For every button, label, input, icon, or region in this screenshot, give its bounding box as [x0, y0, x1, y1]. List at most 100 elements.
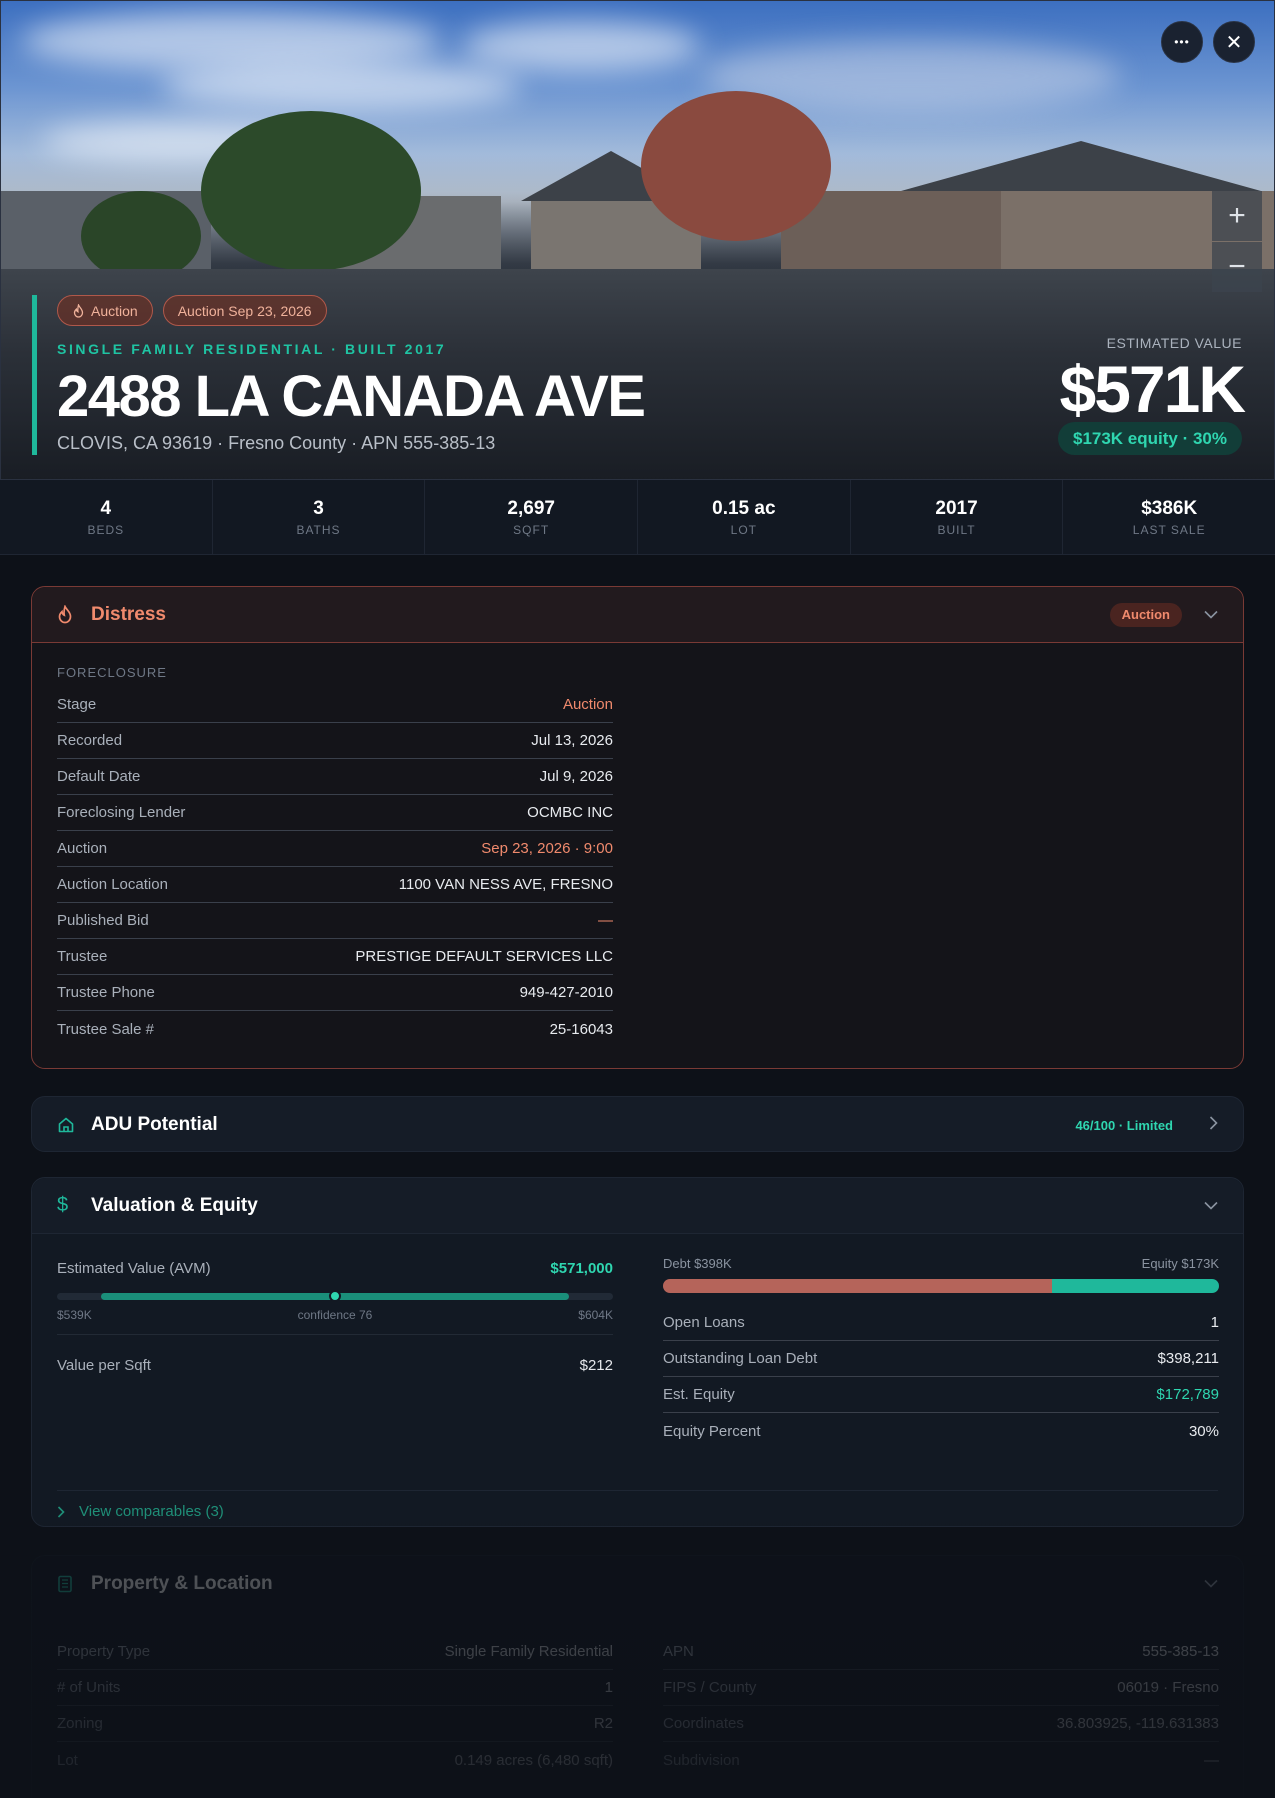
stat-label: BEDS [87, 522, 125, 537]
detail-key: Auction Location [57, 876, 168, 893]
avm-label: Estimated Value (AVM) [57, 1260, 211, 1277]
property-row: APN 555-385-13 [663, 1634, 1219, 1670]
plus-icon: + [1228, 199, 1246, 232]
stat-value: 2,697 [507, 497, 555, 519]
detail-row: Trustee Phone 949-427-2010 [57, 975, 613, 1011]
tree [641, 91, 831, 241]
property-row: Subdivision — [663, 1742, 1219, 1778]
debt-label: Debt $398K [663, 1256, 732, 1271]
vps-value: $212 [579, 1357, 613, 1374]
distress-header[interactable]: Distress Auction [32, 587, 1243, 643]
property-value: Single Family Residential [444, 1643, 613, 1660]
property-row: # of Units 1 [57, 1670, 613, 1706]
property-card: Property & Location Property Type Single … [31, 1555, 1244, 1798]
home-icon [57, 1116, 79, 1134]
adu-score: 46/100 · Limited [1075, 1117, 1173, 1133]
tree [81, 191, 201, 281]
value-per-sqft-row: Value per Sqft $212 [57, 1357, 613, 1374]
debt-equity-labels: Debt $398K Equity $173K [663, 1256, 1219, 1271]
equity-row: Est. Equity $172,789 [663, 1377, 1219, 1413]
detail-value: Auction [562, 696, 613, 713]
property-value: 36.803925, -119.631383 [1056, 1715, 1219, 1732]
flame-icon [73, 303, 84, 318]
detail-row: Trustee Sale # 25-16043 [57, 1011, 613, 1047]
adu-card[interactable]: ADU Potential 46/100 · Limited [31, 1096, 1244, 1152]
detail-value: 25-16043 [549, 1020, 613, 1038]
detail-row: Stage Auction [57, 687, 613, 723]
equity-key: Est. Equity [663, 1386, 735, 1403]
close-button[interactable]: ✕ [1213, 21, 1255, 63]
avm-range-marker [329, 1290, 341, 1302]
vps-label: Value per Sqft [57, 1357, 151, 1374]
property-key: Coordinates [663, 1715, 744, 1732]
stat-last-sale: $386K LAST SALE [1063, 480, 1275, 554]
detail-key: Auction [57, 840, 108, 857]
adu-title: ADU Potential [91, 1114, 218, 1135]
estimated-value: $571K [1059, 352, 1246, 426]
stat-value: 3 [313, 497, 324, 519]
auction-date-tag-label: Auction Sep 23, 2026 [177, 302, 312, 319]
equity-value: $398,211 [1157, 1350, 1219, 1367]
detail-key: Published Bid [57, 912, 149, 929]
equity-segment [1052, 1279, 1219, 1293]
detail-row: Default Date Jul 9, 2026 [57, 759, 613, 795]
view-comparables-link[interactable]: View comparables (3) [57, 1490, 1218, 1520]
detail-row: Foreclosing Lender OCMBC INC [57, 795, 613, 831]
zoom-out-button[interactable]: − [1212, 242, 1262, 292]
equity-label: Equity $173K [1141, 1256, 1219, 1271]
stat-label: BUILT [937, 522, 976, 537]
property-key: Property Type [57, 1643, 151, 1660]
valuation-card: $ Valuation & Equity Estimated Value (AV… [31, 1177, 1244, 1527]
stat-value: $386K [1141, 497, 1198, 519]
property-row: FIPS / County 06019 · Fresno [663, 1670, 1219, 1706]
stats-bar: 4 BEDS 3 BATHS 2,697 SQFT 0.15 ac LOT 2017 BU… [0, 480, 1275, 555]
valuation-header[interactable]: $ Valuation & Equity [32, 1178, 1243, 1234]
property-key: Lot [57, 1751, 78, 1769]
property-subtitle: SINGLE FAMILY RESIDENTIAL · BUILT 2017 [57, 341, 447, 357]
stat-label: BATHS [296, 522, 341, 537]
auction-tag-label: Auction [91, 302, 138, 319]
chevron-down-icon[interactable] [1204, 1197, 1218, 1215]
estimated-value-label: ESTIMATED VALUE [1106, 335, 1242, 351]
building-icon [57, 1575, 79, 1593]
chevron-down-icon[interactable] [1204, 1575, 1218, 1593]
flame-icon [57, 605, 79, 624]
equity-value: 1 [1210, 1314, 1219, 1331]
distress-badge: Auction [1109, 602, 1182, 627]
view-comparables-label: View comparables (3) [79, 1503, 224, 1520]
detail-key: Stage [57, 696, 97, 713]
avm-range-labels: $539K confidence 76 $604K [57, 1308, 613, 1335]
detail-value: — [598, 912, 613, 929]
property-row: Lot 0.149 acres (6,480 sqft) [57, 1742, 613, 1778]
accent-bar [32, 295, 37, 455]
chevron-down-icon[interactable] [1204, 606, 1218, 624]
stat-beds: 4 BEDS [0, 480, 213, 554]
stat-sqft: 2,697 SQFT [425, 480, 639, 554]
adu-header[interactable]: ADU Potential 46/100 · Limited [32, 1097, 1243, 1153]
property-header[interactable]: Property & Location [32, 1556, 1243, 1612]
equity-row: Equity Percent 30% [663, 1413, 1219, 1449]
tree [201, 111, 421, 271]
avm-row: Estimated Value (AVM) $571,000 [57, 1260, 613, 1277]
detail-value: Jul 13, 2026 [531, 732, 613, 749]
equity-pill: $173K equity · 30% [1057, 422, 1242, 455]
chevron-right-icon [57, 1505, 65, 1518]
zoom-in-button[interactable]: + [1212, 191, 1262, 241]
property-value: 06019 · Fresno [1117, 1679, 1219, 1696]
detail-key: Foreclosing Lender [57, 804, 186, 821]
detail-row: Auction Location 1100 VAN NESS AVE, FRESN… [57, 867, 613, 903]
stat-label: SQFT [513, 522, 550, 537]
detail-value: 1100 VAN NESS AVE, FRESNO [398, 876, 613, 893]
property-value: 1 [604, 1679, 613, 1696]
equity-key: Open Loans [663, 1314, 745, 1331]
stat-built: 2017 BUILT [851, 480, 1064, 554]
property-details-right: APN 555-385-13 FIPS / County 06019 · Fresn… [663, 1634, 1219, 1778]
minus-icon: − [1228, 250, 1246, 283]
more-button[interactable]: ••• [1161, 21, 1203, 63]
equity-key: Outstanding Loan Debt [663, 1350, 818, 1367]
detail-row: Recorded Jul 13, 2026 [57, 723, 613, 759]
property-address: CLOVIS, CA 93619 · Fresno County · APN 5… [57, 433, 496, 453]
detail-value: Jul 9, 2026 [539, 768, 613, 785]
chevron-right-icon[interactable] [1209, 1115, 1218, 1135]
avm-range-track [57, 1290, 613, 1302]
